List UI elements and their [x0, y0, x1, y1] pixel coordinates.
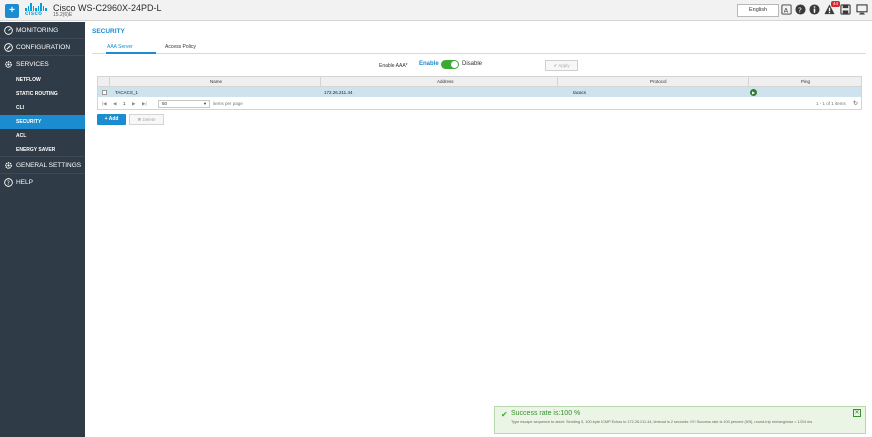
column-header-separator: [557, 77, 558, 87]
column-separator: [320, 77, 321, 87]
close-icon[interactable]: ✕: [853, 409, 861, 417]
page-number: 1: [123, 101, 126, 106]
column-header-address[interactable]: Address: [437, 79, 454, 84]
wrench-icon: [4, 43, 13, 52]
column-separator: [748, 77, 749, 87]
sidebar-item-energy-saver[interactable]: ENERGY SAVER: [0, 143, 85, 157]
prev-page-icon[interactable]: ◀: [113, 101, 116, 107]
nav-monitoring[interactable]: MONITORING: [0, 22, 85, 39]
svg-text:A: A: [784, 6, 789, 14]
table-header: Name Address Protocol Ping: [98, 77, 861, 87]
tab-access-policy[interactable]: Access Policy: [165, 44, 196, 50]
active-tab-indicator: [106, 52, 156, 54]
column-header-ping: Ping: [801, 79, 811, 84]
page-size-value: 50: [162, 101, 168, 106]
ping-play-icon[interactable]: ▶: [750, 89, 757, 96]
table-row[interactable]: TACACS_1 172.26.211.44 tacacs ▶: [98, 87, 861, 97]
monitor-icon[interactable]: [856, 4, 868, 15]
gear-icon: [5, 61, 12, 68]
nav-monitoring-label: MONITORING: [16, 27, 59, 34]
refresh-icon[interactable]: ↻: [853, 100, 858, 107]
gear-icon: [5, 162, 12, 169]
tab-aaa-server[interactable]: AAA Server: [107, 44, 133, 50]
column-header-protocol[interactable]: Protocol: [650, 79, 667, 84]
sidebar-item-netflow[interactable]: NETFLOW: [0, 73, 85, 87]
page-title: SECURITY: [92, 28, 125, 35]
toast-message: Type escape sequence to abort. Sending 5…: [511, 420, 813, 424]
enable-aaa-label: Enable AAA*: [379, 63, 408, 69]
cisco-logo: cisco: [25, 3, 47, 19]
nav-help-label: HELP: [16, 179, 33, 186]
toggle-knob: [451, 61, 458, 68]
chevron-down-icon: ▼: [203, 101, 207, 106]
top-header: + cisco Cisco WS-C2960X-24PD-L 15.2(6)E …: [0, 0, 872, 21]
table-pager: |◀ ◀ 1 ▶ ▶| 50 ▼ items per page 1 - 1 of…: [98, 98, 861, 110]
help-icon: ?: [4, 178, 13, 187]
page-size-select[interactable]: 50 ▼: [158, 100, 210, 108]
svg-text:?: ?: [7, 181, 10, 187]
nav-services-label: SERVICES: [16, 61, 49, 68]
row-protocol: tacacs: [573, 90, 587, 95]
toast-title: Success rate is:100 %: [511, 410, 581, 417]
items-per-page-label: items per page: [213, 101, 243, 106]
sidebar-item-acl[interactable]: ACL: [0, 129, 85, 143]
aaa-toggle[interactable]: [441, 60, 459, 69]
nav-general-settings[interactable]: GENERAL SETTINGS: [0, 157, 85, 174]
row-name: TACACS_1: [115, 90, 138, 95]
help-icon[interactable]: ?: [795, 4, 806, 15]
tab-bar: AAA Server Access Policy: [92, 42, 866, 54]
first-page-icon[interactable]: |◀: [102, 101, 107, 107]
sidebar-item-cli[interactable]: CLI: [0, 101, 85, 115]
sidebar-item-static-routing[interactable]: STATIC ROUTING: [0, 87, 85, 101]
last-page-icon[interactable]: ▶|: [142, 101, 147, 107]
nav-general-settings-label: GENERAL SETTINGS: [16, 162, 82, 169]
add-button[interactable]: + Add: [97, 114, 126, 125]
enable-option-label: Enable: [419, 61, 439, 67]
sidebar-item-security[interactable]: SECURITY: [0, 115, 85, 129]
column-header-name[interactable]: Name: [210, 79, 222, 84]
row-address: 172.26.211.44: [324, 90, 353, 95]
delete-button[interactable]: ✖ Delete: [129, 114, 164, 125]
next-page-icon[interactable]: ▶: [132, 101, 135, 107]
svg-text:?: ?: [798, 5, 802, 14]
info-icon[interactable]: [809, 4, 820, 15]
logo-text: cisco: [25, 11, 43, 17]
nav-configuration-label: CONFIGURATION: [16, 44, 71, 51]
disable-option-label: Disable: [462, 61, 483, 67]
sidebar: MONITORING CONFIGURATION SERVICES NETFLO…: [0, 22, 85, 437]
column-separator: [109, 77, 110, 87]
translate-icon[interactable]: A: [781, 4, 792, 15]
nav-help[interactable]: ? HELP: [0, 174, 85, 191]
home-button[interactable]: +: [5, 4, 19, 18]
app-window: + cisco Cisco WS-C2960X-24PD-L 15.2(6)E …: [0, 0, 872, 437]
nav-configuration[interactable]: CONFIGURATION: [0, 39, 85, 56]
main-content: SECURITY AAA Server Access Policy Enable…: [85, 22, 872, 437]
alert-count-badge: 44: [831, 1, 841, 7]
nav-services[interactable]: SERVICES: [0, 56, 85, 73]
language-select[interactable]: English: [737, 4, 779, 17]
save-icon[interactable]: [840, 4, 851, 15]
apply-button[interactable]: ✔ Apply: [545, 60, 578, 71]
row-checkbox[interactable]: [102, 90, 107, 95]
items-range-text: 1 - 1 of 1 items: [816, 101, 846, 106]
aaa-server-table: Name Address Protocol Ping TACACS_1 172.…: [97, 76, 862, 110]
device-subtitle: 15.2(6)E: [53, 12, 73, 18]
check-icon: ✔: [501, 410, 508, 419]
success-toast: ✔ Success rate is:100 % Type escape sequ…: [494, 406, 866, 434]
gauge-icon: [4, 26, 13, 35]
